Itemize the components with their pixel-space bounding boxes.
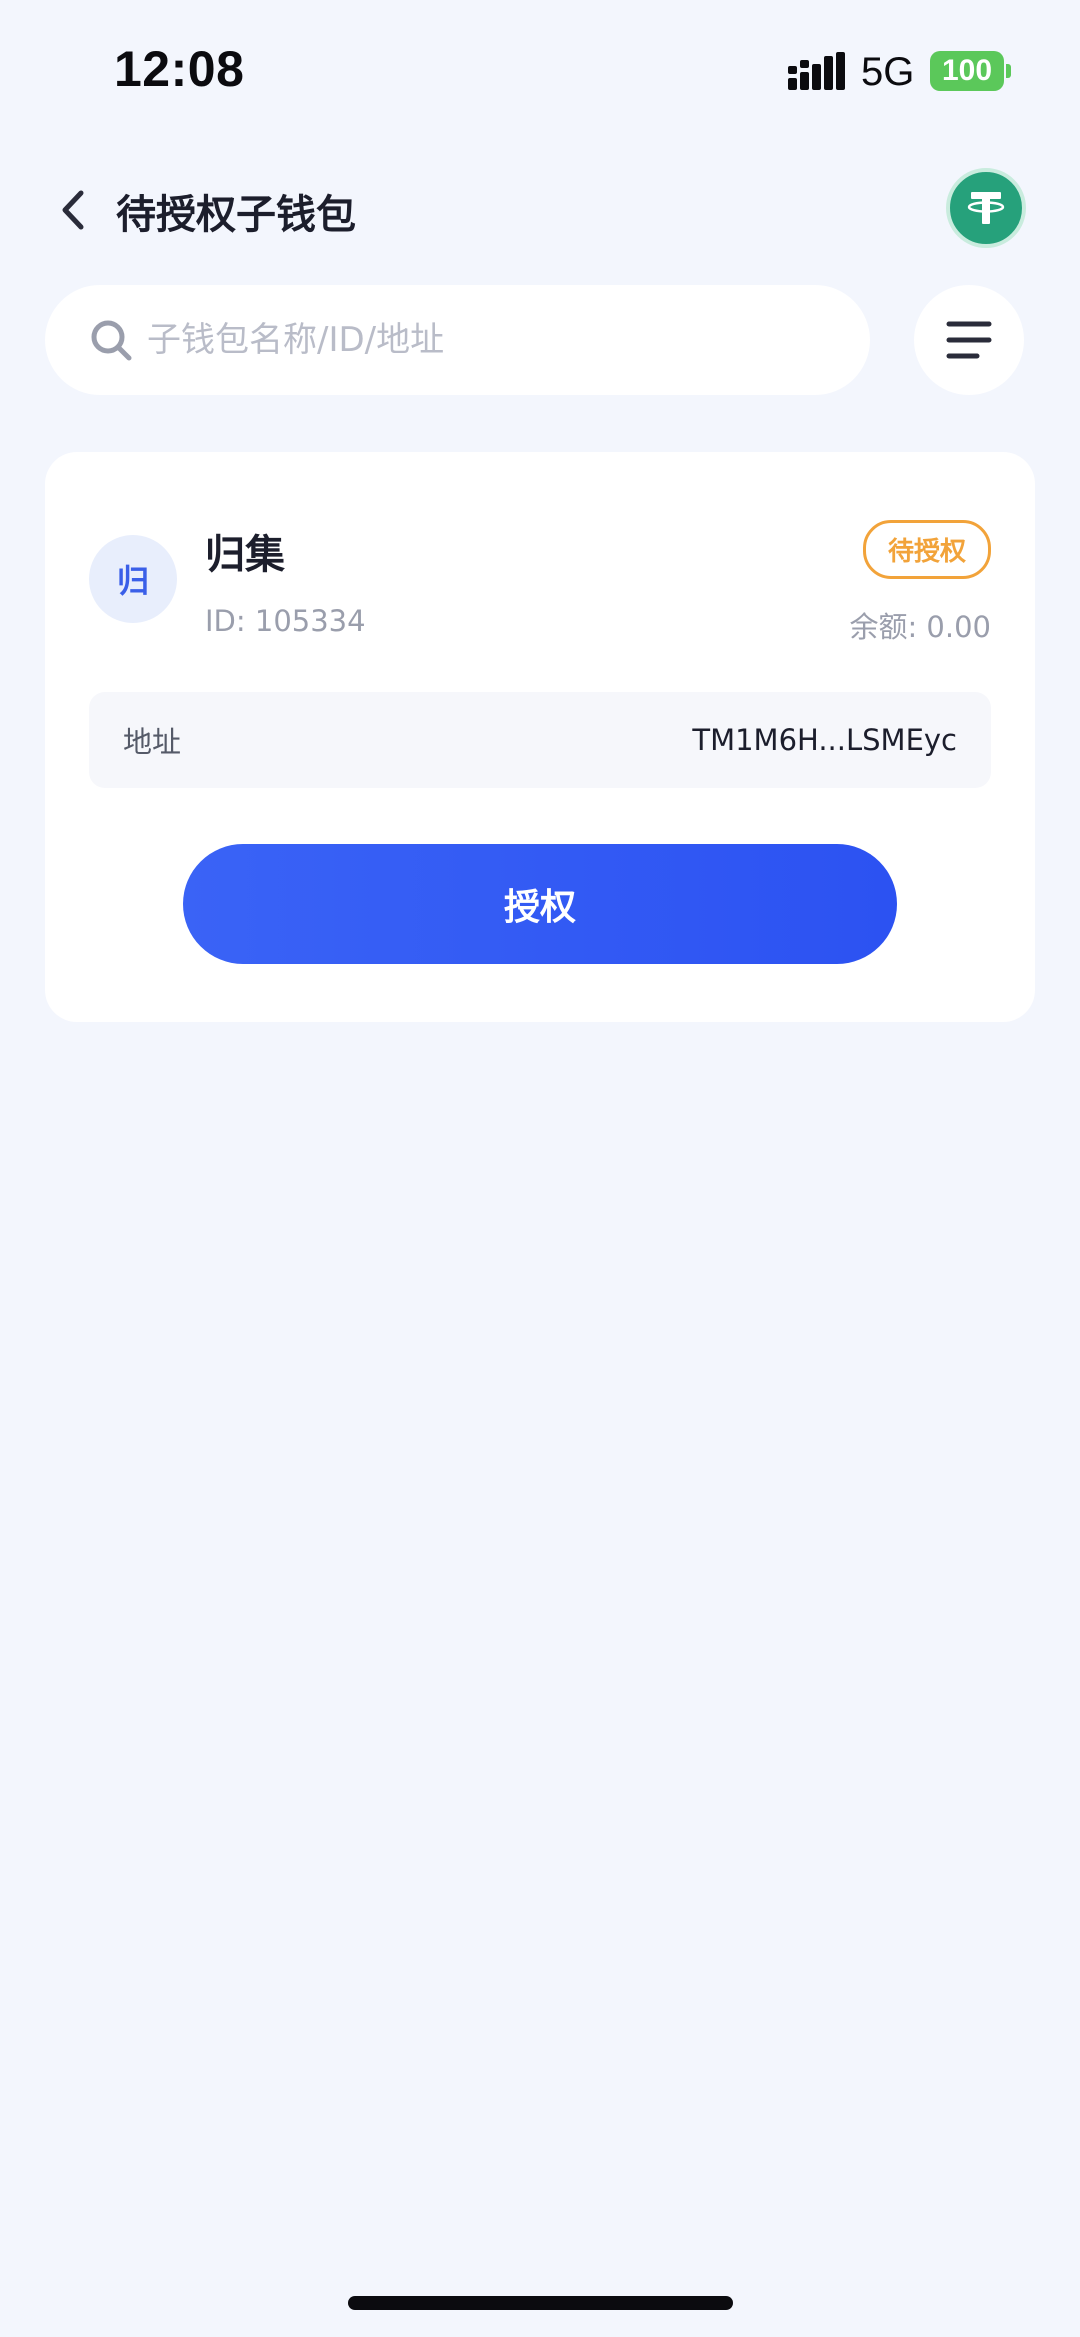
battery-level: 100 <box>930 51 1004 91</box>
status-bar: 12:08 5G 100 <box>0 0 1080 130</box>
page-title: 待授权子钱包 <box>116 192 356 238</box>
search-input[interactable] <box>147 320 827 360</box>
home-indicator <box>348 2296 733 2310</box>
wallet-card: 归 归集 ID: 105334 待授权 余额: 0.00 地址 TM1M6H..… <box>45 452 1035 1022</box>
header: 待授权子钱包 <box>0 160 1080 260</box>
status-badge: 待授权 <box>862 520 991 579</box>
menu-button[interactable] <box>914 285 1024 395</box>
menu-icon <box>946 321 992 359</box>
wallet-balance: 余额: 0.00 <box>849 610 991 644</box>
battery-cap <box>1006 64 1011 78</box>
back-button[interactable] <box>48 180 98 240</box>
status-time: 12:08 <box>114 41 245 97</box>
chevron-left-icon <box>62 190 84 230</box>
address-label: 地址 <box>123 725 182 759</box>
page: 12:08 5G 100 待授权子钱包 子钱包名称/ID/地址 归 归集 ID:… <box>0 0 1080 2337</box>
cellular-signal-icon <box>788 52 845 90</box>
network-type: 5G <box>861 50 915 94</box>
battery-icon: 100 <box>930 51 1012 91</box>
search-icon <box>91 320 132 361</box>
address-value: TM1M6H...LSMEyc <box>692 723 957 757</box>
token-avatar-button[interactable] <box>946 168 1026 248</box>
address-row[interactable]: 地址 TM1M6H...LSMEyc <box>89 692 991 788</box>
wallet-name: 归集 <box>205 532 285 578</box>
tether-icon <box>967 192 1005 224</box>
authorize-button[interactable]: 授权 <box>183 844 897 964</box>
wallet-avatar: 归 <box>89 535 177 623</box>
wallet-id: ID: 105334 <box>205 604 366 638</box>
search-box[interactable] <box>45 285 870 395</box>
